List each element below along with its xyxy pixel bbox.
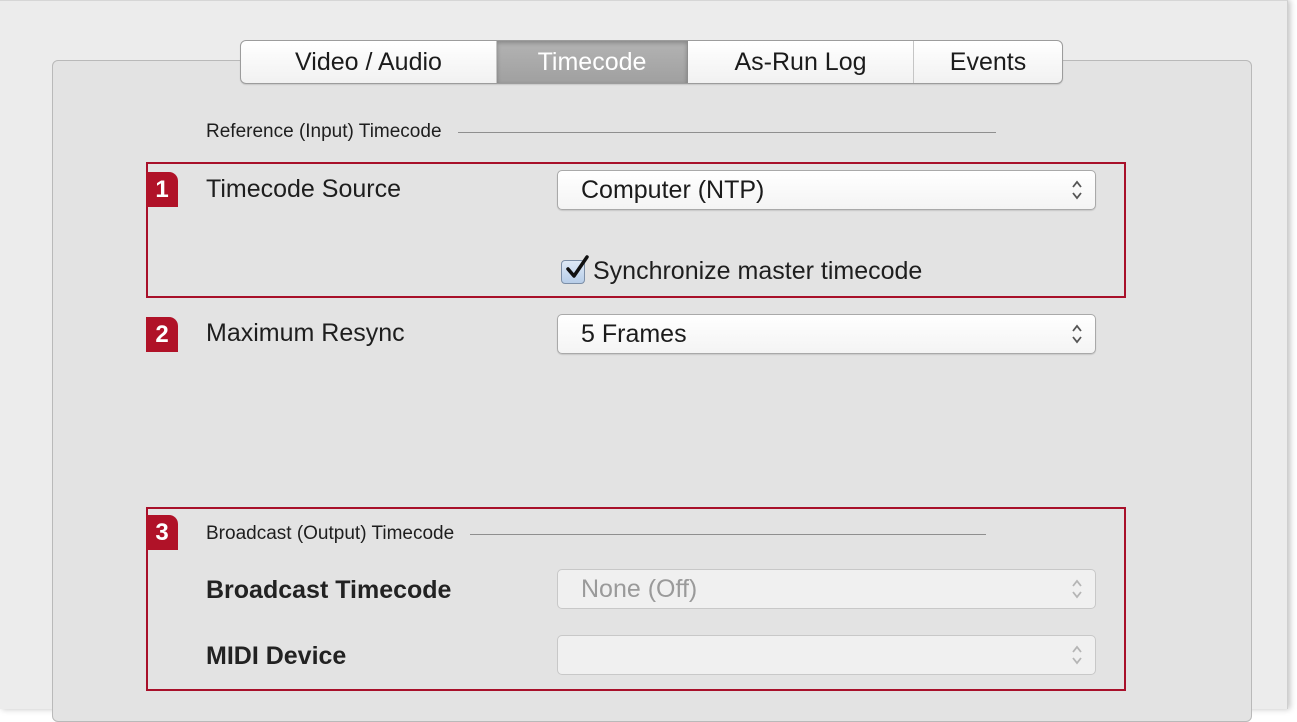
maximum-resync-label: Maximum Resync [206, 319, 405, 347]
tab-video-audio[interactable]: Video / Audio [241, 41, 497, 83]
tab-as-run-log[interactable]: As-Run Log [688, 41, 914, 83]
up-down-chevron-icon [1072, 579, 1082, 599]
maximum-resync-popup[interactable]: 5 Frames [557, 314, 1096, 354]
up-down-chevron-icon [1072, 180, 1082, 200]
callout-badge-1: 1 [146, 172, 178, 207]
broadcast-timecode-value: None (Off) [581, 574, 698, 603]
up-down-chevron-icon [1072, 324, 1082, 344]
divider [470, 533, 987, 535]
reference-section-heading: Reference (Input) Timecode [206, 121, 996, 143]
timecode-source-popup[interactable]: Computer (NTP) [557, 170, 1096, 210]
broadcast-heading-text: Broadcast (Output) Timecode [206, 523, 455, 544]
callout-badge-2: 2 [146, 317, 178, 352]
midi-device-popup[interactable] [557, 635, 1096, 675]
broadcast-timecode-label: Broadcast Timecode [206, 576, 452, 604]
tab-timecode[interactable]: Timecode [497, 41, 688, 83]
synchronize-master-timecode-checkbox[interactable]: Synchronize master timecode [561, 254, 923, 286]
checkbox-box[interactable] [561, 254, 589, 284]
timecode-source-label: Timecode Source [206, 175, 401, 203]
timecode-source-value: Computer (NTP) [581, 175, 765, 204]
up-down-chevron-icon [1072, 645, 1082, 665]
broadcast-timecode-popup[interactable]: None (Off) [557, 569, 1096, 609]
callout-badge-3: 3 [146, 515, 178, 550]
midi-device-label: MIDI Device [206, 642, 347, 670]
tab-bar: Video / Audio Timecode As-Run Log Events [240, 40, 1063, 84]
divider [457, 131, 996, 133]
reference-heading-text: Reference (Input) Timecode [206, 121, 442, 142]
maximum-resync-value: 5 Frames [581, 319, 687, 348]
checkmark-icon [566, 254, 589, 278]
synchronize-label: Synchronize master timecode [593, 257, 923, 285]
preferences-window: Video / Audio Timecode As-Run Log Events… [0, 0, 1288, 722]
tab-events[interactable]: Events [914, 41, 1062, 83]
broadcast-section-heading: Broadcast (Output) Timecode [206, 523, 987, 545]
